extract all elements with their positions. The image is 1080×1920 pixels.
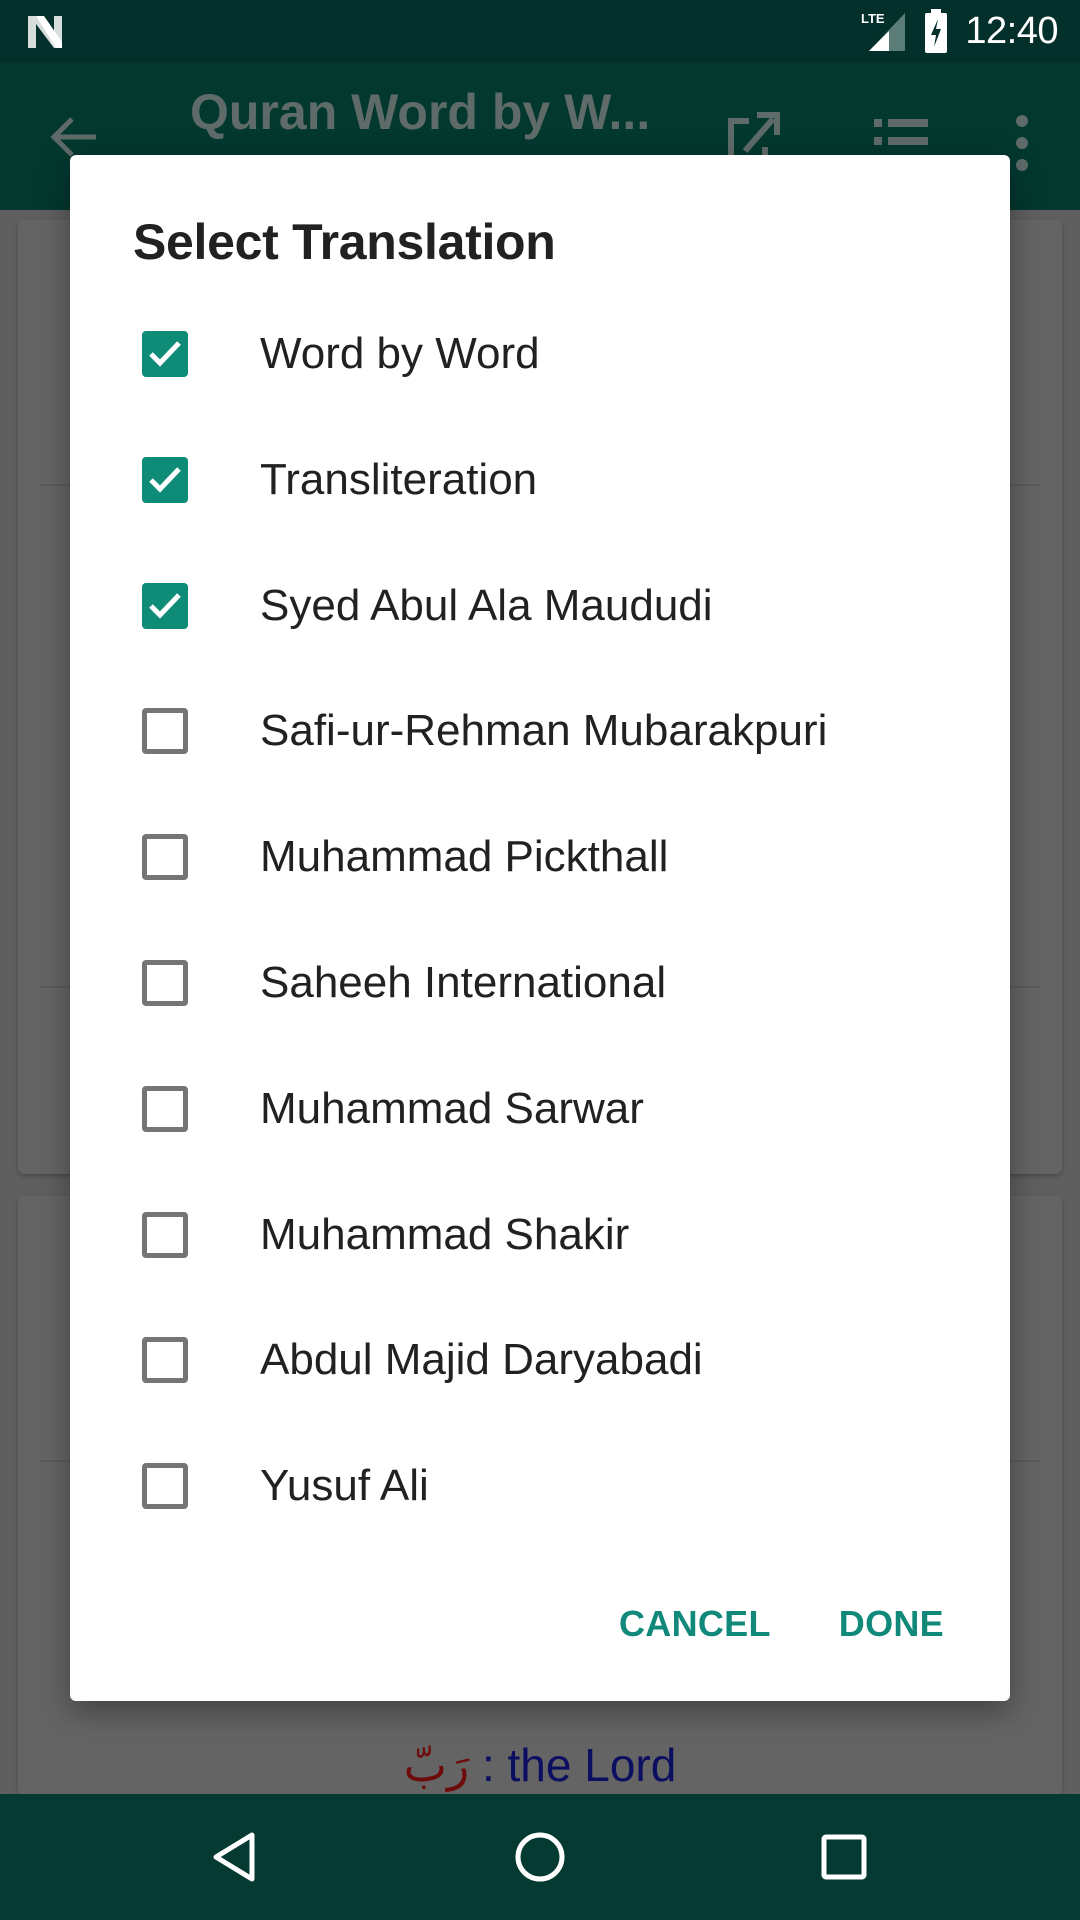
translation-option[interactable]: Safi-ur-Rehman Mubarakpuri [70,668,1010,794]
option-label: Transliteration [260,454,538,504]
cancel-button[interactable]: CANCEL [619,1603,771,1645]
translation-option[interactable]: Abdul Majid Daryabadi [70,1297,1010,1423]
option-label: Word by Word [260,329,540,378]
home-circle-icon[interactable] [510,1827,570,1887]
translation-option[interactable]: Muhammad Pickthall [70,794,1010,920]
option-label: Yusuf Ali [260,1461,429,1511]
option-label: Safi-ur-Rehman Mubarakpuri [260,706,828,756]
word-meaning: رَبّ : the Lord [0,1738,1080,1792]
clock: 12:40 [965,9,1058,52]
translation-option[interactable]: Muhammad Shakir [70,1172,1010,1298]
option-label: Syed Abul Ala Maududi [260,580,713,630]
translation-option[interactable]: Word by Word [70,291,1010,417]
more-vert-icon[interactable] [1012,113,1032,173]
option-label: Muhammad Shakir [260,1209,630,1259]
recents-square-icon[interactable] [814,1827,874,1887]
translation-option[interactable]: Saheeh International [70,920,1010,1046]
translation-option[interactable]: Transliteration [70,417,1010,543]
dialog-title: Select Translation [133,214,556,270]
checkbox-unchecked[interactable] [142,1337,188,1384]
translation-option[interactable]: Syed Abul Ala Maududi [70,543,1010,669]
checkbox-checked[interactable] [142,456,188,503]
checkbox-unchecked[interactable] [142,1463,188,1510]
dialog-actions: CANCEL DONE [619,1603,944,1645]
checkmark-icon [149,341,181,367]
option-label: Abdul Majid Daryabadi [260,1335,703,1385]
app-title: Quran Word by W... [190,84,651,140]
checkmark-icon [149,467,181,493]
back-triangle-icon[interactable] [206,1827,266,1887]
done-button[interactable]: DONE [839,1603,944,1645]
arabic-word: رَبّ [403,1738,470,1792]
checkbox-unchecked[interactable] [142,1085,188,1132]
checkmark-icon [149,592,181,619]
status-bar: LTE 12:40 [0,0,1080,63]
navigation-bar [0,1794,1080,1920]
lte-signal-icon: LTE [861,11,906,51]
svg-text:LTE: LTE [861,11,885,26]
checkbox-unchecked[interactable] [142,708,188,755]
option-label: Muhammad Pickthall [260,832,669,882]
option-label: Saheeh International [260,958,667,1007]
checkbox-unchecked[interactable] [142,1211,188,1258]
english-meaning: the Lord [507,1739,677,1791]
translation-option[interactable]: Muhammad Sarwar [70,1046,1010,1172]
battery-charging-icon [925,9,948,53]
translation-option[interactable]: Yusuf Ali [70,1423,1010,1549]
checkbox-unchecked[interactable] [142,960,188,1006]
checkbox-unchecked[interactable] [142,834,188,881]
select-translation-dialog: Select Translation Word by Word Translite… [70,155,1010,1701]
checkbox-checked[interactable] [142,582,188,629]
notification-n-icon [28,16,62,48]
word-separator: : [469,1739,508,1791]
option-label: Muhammad Sarwar [260,1083,644,1133]
checkbox-checked[interactable] [142,331,188,377]
